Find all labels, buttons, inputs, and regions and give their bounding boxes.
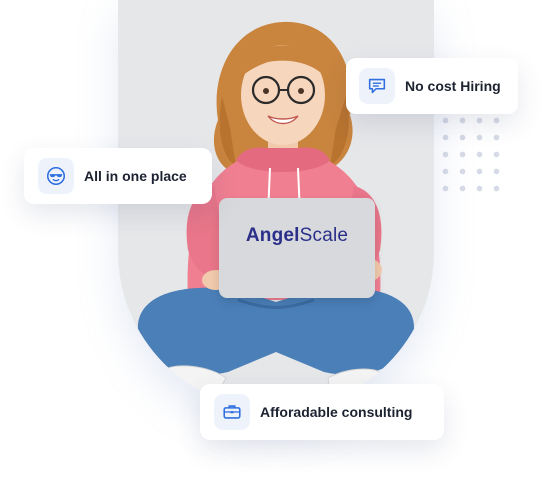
all-in-one-place-card: All in one place — [24, 148, 212, 204]
logo-bold-text: Angel — [245, 225, 300, 246]
logo-light-text: Scale — [299, 225, 349, 246]
no-cost-hiring-card: No cost Hiring — [346, 58, 518, 114]
cool-face-icon — [38, 158, 74, 194]
all-in-one-place-label: All in one place — [84, 168, 187, 184]
chat-bubble-icon — [359, 68, 395, 104]
affordable-consulting-label: Afforadable consulting — [260, 404, 413, 420]
affordable-consulting-card: Afforadable consulting — [200, 384, 444, 440]
no-cost-hiring-label: No cost Hiring — [405, 78, 501, 94]
briefcase-icon — [214, 394, 250, 430]
laptop: AngelScale — [219, 198, 375, 298]
laptop-brand-logo: AngelScale — [219, 225, 375, 247]
